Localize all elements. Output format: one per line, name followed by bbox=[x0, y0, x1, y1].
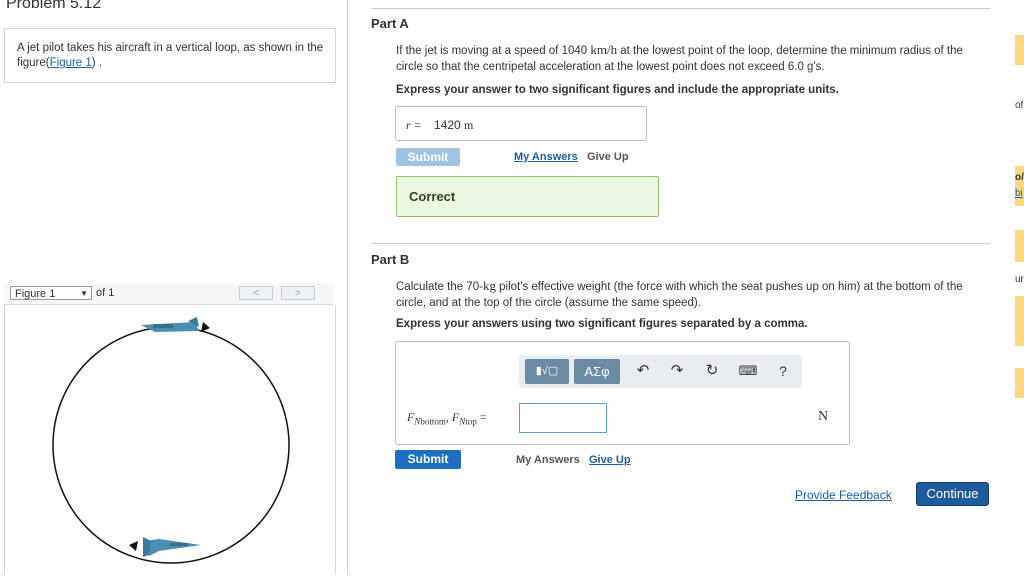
part-b-my-answers: My Answers bbox=[516, 454, 580, 466]
part-b-question: Calculate the 70-kg pilot's effective we… bbox=[396, 278, 963, 309]
part-a-rule bbox=[371, 8, 990, 9]
part-b-instruction: Express your answers using two significa… bbox=[396, 318, 808, 330]
part-a-instruction: Express your answer to two significant f… bbox=[396, 84, 839, 96]
edge-text-1: of bbox=[1015, 100, 1024, 111]
part-b-rule bbox=[371, 243, 990, 244]
part-a-give-up: Give Up bbox=[587, 151, 629, 163]
provide-feedback-link[interactable]: Provide Feedback bbox=[795, 488, 892, 502]
loop-figure bbox=[52, 317, 290, 564]
figure-nav-bar: Figure 1 ▼ of 1 < > bbox=[4, 283, 334, 305]
problem-title: Problem 5.12 bbox=[6, 0, 102, 12]
part-b-submit-button[interactable]: Submit bbox=[395, 450, 461, 469]
part-a-my-answers-link[interactable]: My Answers bbox=[514, 151, 578, 163]
keyboard-icon[interactable]: ⌨ bbox=[737, 361, 759, 381]
math-toolbar: ▮√▢ ΑΣφ ↶ ↷ ↻ ⌨ ? bbox=[519, 355, 802, 388]
correct-status: Correct bbox=[409, 189, 456, 204]
greek-symbols-button[interactable]: ΑΣφ bbox=[574, 359, 620, 384]
answer-label: r = bbox=[406, 118, 422, 132]
figure-count: of 1 bbox=[96, 287, 115, 299]
edge-text-3[interactable]: bi bbox=[1015, 188, 1024, 199]
reset-icon[interactable]: ↻ bbox=[701, 361, 723, 381]
part-a-submit-button[interactable]: Submit bbox=[396, 148, 460, 166]
part-b-answer-input[interactable] bbox=[519, 403, 607, 433]
column-divider bbox=[347, 0, 348, 574]
edge-tab-1[interactable] bbox=[1015, 35, 1024, 65]
edge-text-4: ur bbox=[1015, 274, 1024, 285]
figure-select[interactable]: Figure 1 ▼ bbox=[10, 286, 92, 300]
part-b-label: Part B bbox=[371, 252, 410, 267]
edge-tab-5[interactable] bbox=[1015, 368, 1024, 398]
prev-figure-button[interactable]: < bbox=[239, 286, 273, 300]
intro-text: A jet pilot takes his aircraft in a vert… bbox=[17, 42, 324, 69]
answer-unit: m bbox=[464, 118, 474, 132]
edge-text-2: o/ bbox=[1015, 172, 1024, 183]
help-button[interactable]: ? bbox=[772, 361, 794, 381]
part-a-answer-box: r = 1420 m bbox=[395, 106, 647, 141]
intro-panel: A jet pilot takes his aircraft in a vert… bbox=[4, 28, 336, 83]
bottom-arrowhead bbox=[129, 541, 138, 551]
figure-link[interactable]: Figure 1 bbox=[50, 57, 92, 69]
figure-area bbox=[4, 305, 336, 574]
part-b-unit: N bbox=[818, 409, 829, 424]
continue-button[interactable]: Continue bbox=[916, 482, 989, 506]
answer-equation-label: FNbottom, FNtop = bbox=[407, 410, 487, 427]
part-a-correct-banner: Correct bbox=[396, 176, 659, 217]
templates-icon[interactable]: ▮√▢ bbox=[525, 359, 569, 384]
loop-circle bbox=[52, 326, 290, 564]
top-arrowhead bbox=[201, 322, 210, 332]
jet-top-icon bbox=[141, 317, 199, 332]
part-a-label: Part A bbox=[371, 16, 409, 31]
next-figure-button[interactable]: > bbox=[281, 286, 315, 300]
answer-value: 1420 bbox=[434, 118, 461, 132]
undo-icon[interactable]: ↶ bbox=[632, 361, 654, 381]
edge-tab-3[interactable] bbox=[1015, 230, 1024, 262]
redo-icon[interactable]: ↷ bbox=[666, 361, 688, 381]
jet-bottom-icon bbox=[143, 537, 201, 557]
part-a-question: If the jet is moving at a speed of 1040 … bbox=[396, 42, 963, 73]
part-b-give-up-link[interactable]: Give Up bbox=[589, 454, 631, 466]
edge-tab-4[interactable] bbox=[1015, 296, 1024, 346]
chevron-down-icon: ▼ bbox=[80, 289, 88, 298]
